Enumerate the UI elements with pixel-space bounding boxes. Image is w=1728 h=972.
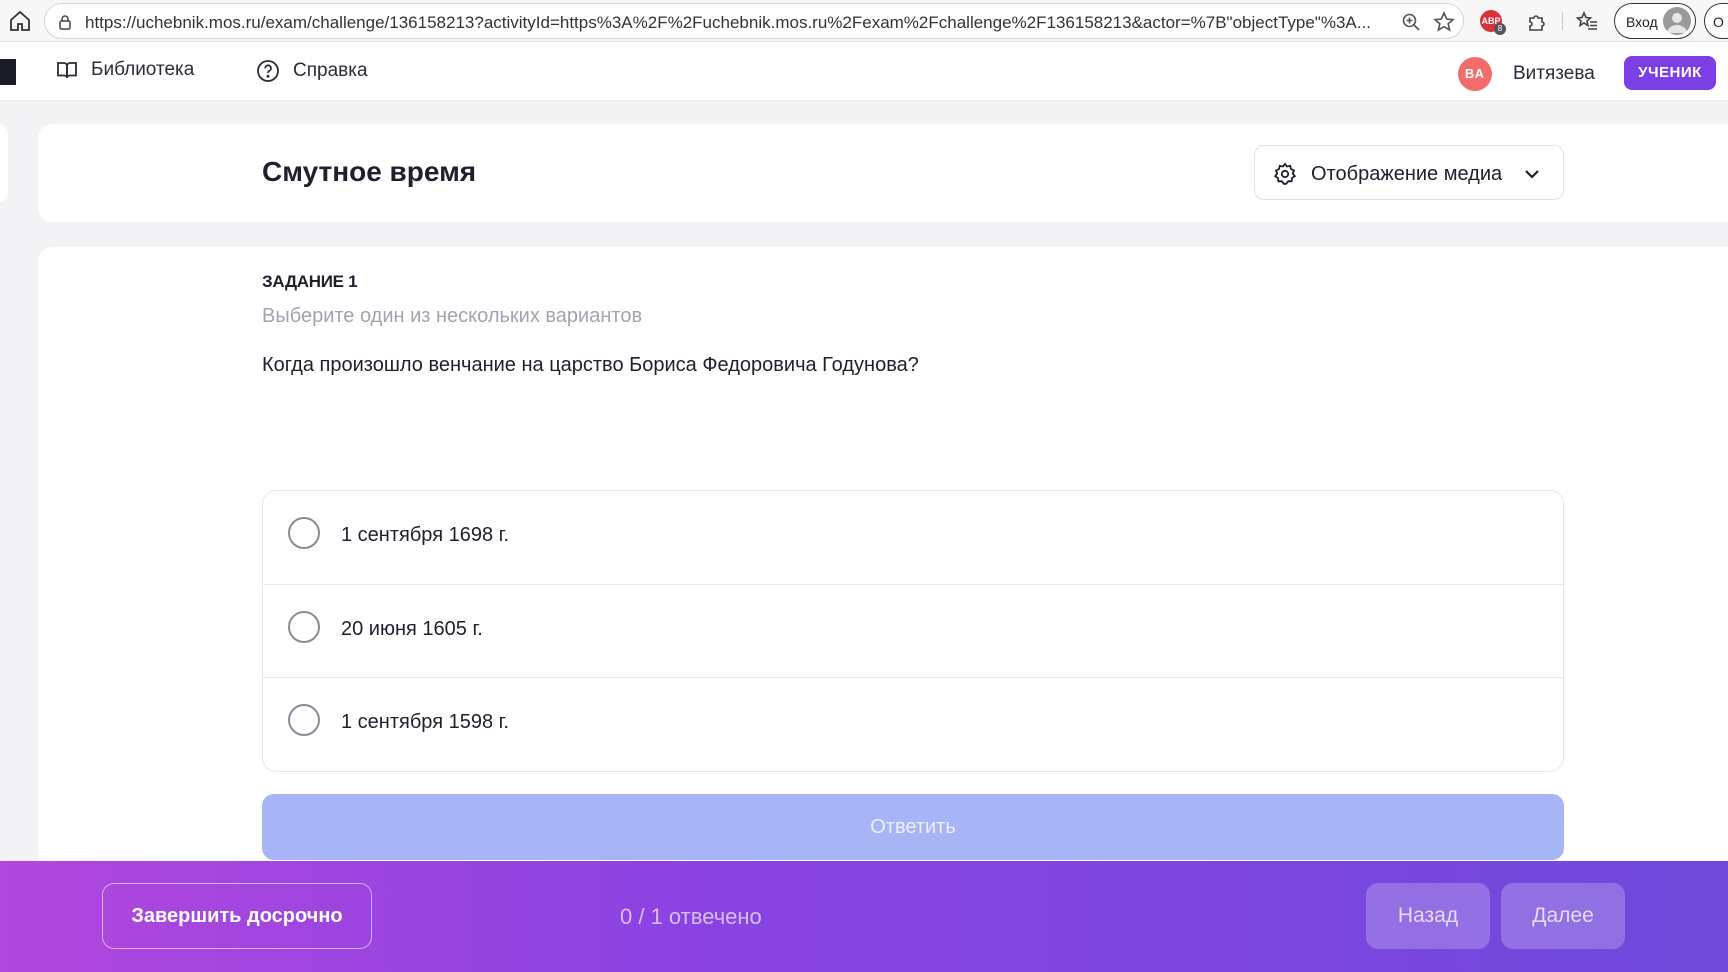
answer-options: 1 сентября 1698 г. 20 июня 1605 г. 1 сен… bbox=[262, 490, 1564, 772]
help-circle-icon bbox=[257, 60, 279, 82]
nav-library[interactable]: Библиотека bbox=[56, 59, 194, 81]
user-avatar[interactable]: ВА bbox=[1458, 57, 1492, 91]
adblock-extension-icon[interactable]: ABP 8 bbox=[1480, 10, 1506, 35]
zoom-icon[interactable] bbox=[1401, 12, 1421, 32]
answer-option-text[interactable]: 1 сентября 1698 г. bbox=[341, 524, 509, 547]
answered-progress: 0 / 1 отвечено bbox=[620, 904, 762, 929]
toolbar-separator bbox=[1562, 12, 1563, 30]
nav-help-label: Справка bbox=[293, 60, 368, 81]
url-text[interactable]: https://uchebnik.mos.ru/exam/challenge/1… bbox=[85, 13, 1430, 33]
media-display-dropdown[interactable]: Отображение медиа bbox=[1254, 145, 1564, 200]
page-title: Смутное время bbox=[262, 156, 477, 187]
radio-button[interactable] bbox=[288, 517, 320, 549]
lock-icon[interactable] bbox=[57, 14, 73, 30]
back-button[interactable]: Назад bbox=[1366, 883, 1490, 949]
favorites-icon[interactable] bbox=[1576, 10, 1598, 32]
address-bar[interactable]: https://uchebnik.mos.ru/exam/challenge/1… bbox=[44, 3, 1464, 39]
task-instruction: Выберите один из нескольких вариантов bbox=[262, 305, 643, 327]
question-text: Когда произошло венчание на царство Бори… bbox=[262, 354, 919, 376]
answer-option-text[interactable]: 1 сентября 1598 г. bbox=[341, 711, 509, 734]
app-logo[interactable] bbox=[0, 59, 16, 85]
role-badge[interactable]: УЧЕНИК bbox=[1624, 56, 1716, 90]
book-icon bbox=[57, 62, 77, 79]
bookmark-star-icon[interactable] bbox=[1433, 11, 1455, 33]
user-name[interactable]: Витязева bbox=[1513, 63, 1595, 85]
profile-avatar-icon bbox=[1663, 7, 1691, 35]
extension-count-badge: 8 bbox=[1494, 23, 1506, 35]
nav-help[interactable]: Справка bbox=[256, 59, 368, 83]
media-display-label: Отображение медиа bbox=[1311, 163, 1503, 185]
answer-option[interactable]: 20 июня 1605 г. bbox=[263, 585, 1563, 678]
app-header: Библиотека Справка ВА Витязева УЧЕНИК bbox=[0, 43, 1728, 101]
gear-icon bbox=[1273, 162, 1297, 185]
answer-option[interactable]: 1 сентября 1598 г. bbox=[263, 678, 1563, 771]
chevron-down-icon bbox=[1525, 170, 1539, 179]
submit-answer-button[interactable]: Ответить bbox=[262, 794, 1564, 860]
collapsed-side-panel[interactable] bbox=[0, 124, 8, 202]
bottom-action-bar: Завершить досрочно 0 / 1 отвечено Назад … bbox=[0, 861, 1728, 972]
finish-early-button[interactable]: Завершить досрочно bbox=[102, 883, 372, 949]
truncated-browser-button[interactable]: О bbox=[1704, 3, 1728, 39]
answer-option[interactable]: 1 сентября 1698 г. bbox=[263, 491, 1563, 585]
answer-option-text[interactable]: 20 июня 1605 г. bbox=[341, 618, 483, 641]
browser-toolbar: https://uchebnik.mos.ru/exam/challenge/1… bbox=[0, 0, 1728, 42]
nav-library-label: Библиотека bbox=[91, 59, 195, 80]
extensions-puzzle-icon[interactable] bbox=[1526, 10, 1548, 32]
radio-button[interactable] bbox=[288, 704, 320, 736]
login-button[interactable]: Вход bbox=[1614, 3, 1696, 39]
login-label: Вход bbox=[1626, 14, 1658, 30]
truncated-button-label: О bbox=[1713, 14, 1724, 30]
home-icon[interactable] bbox=[8, 9, 32, 33]
task-number: ЗАДАНИЕ 1 bbox=[262, 272, 358, 291]
next-button[interactable]: Далее bbox=[1501, 883, 1625, 949]
radio-button[interactable] bbox=[288, 610, 320, 643]
